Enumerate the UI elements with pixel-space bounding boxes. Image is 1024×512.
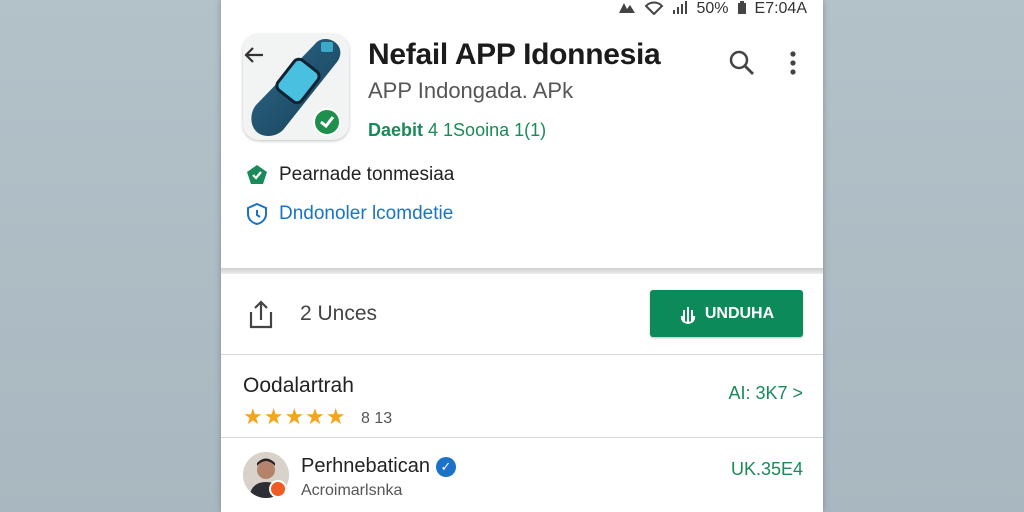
install-button-label: UNDUHA xyxy=(704,304,775,322)
background-left xyxy=(0,0,221,512)
app-subtitle: APP Indongada. APk xyxy=(368,78,574,103)
section-divider xyxy=(221,268,823,274)
info-line-link[interactable]: Dndonoler lcomdetie xyxy=(245,202,453,226)
install-count: 2 Unces xyxy=(300,302,378,325)
rating-title: Oodalartrah xyxy=(243,374,354,397)
status-bar: 50% E7:04A xyxy=(618,0,807,18)
developer-info[interactable]: Daebit 4 1Sooina 1(1) xyxy=(368,120,546,141)
app-store-page: 50% E7:04A Nefail APP Idonnesia APP Indo… xyxy=(221,0,823,512)
app-title: Nefail APP Idonnesia xyxy=(368,38,661,71)
share-icon xyxy=(249,300,273,329)
reviewer-link[interactable]: UK.35E4 xyxy=(731,459,803,480)
battery-icon xyxy=(737,0,747,18)
search-icon xyxy=(729,50,754,75)
star-rating: ★★★★★ xyxy=(243,404,347,429)
background-right xyxy=(823,0,1024,512)
avatar-badge xyxy=(269,480,287,498)
info-line-link-text[interactable]: Dndonoler lcomdetie xyxy=(279,203,453,225)
reviewer-name-row: Perhnebatican ✓ xyxy=(301,455,456,478)
rating-count: 8 13 xyxy=(361,410,393,427)
more-vert-icon xyxy=(790,51,796,75)
row-divider xyxy=(221,437,823,438)
hand-icon xyxy=(680,306,695,324)
row-divider xyxy=(221,354,823,355)
clock-shield-icon xyxy=(247,202,267,226)
star-badge-icon xyxy=(247,165,267,184)
info-line-feature: Pearnade tonmesiaa xyxy=(245,163,454,187)
rating-link[interactable]: AI: 3K7 > xyxy=(728,383,803,404)
signal-icon xyxy=(618,1,636,18)
info-line-feature-text: Pearnade tonmesiaa xyxy=(279,164,455,185)
share-button[interactable] xyxy=(247,298,275,330)
back-arrow-icon[interactable] xyxy=(243,44,265,73)
battery-percent: 50% xyxy=(696,0,729,17)
verified-check-icon: ✓ xyxy=(435,456,456,477)
reviewer-subtitle: Acroimarlsnka xyxy=(301,482,403,499)
search-button[interactable] xyxy=(727,48,757,78)
install-button[interactable]: UNDUHA xyxy=(650,290,803,337)
clock: E7:04A xyxy=(754,0,807,17)
wifi-icon xyxy=(644,1,664,18)
cell-bars-icon xyxy=(672,0,688,18)
reviewer-name: Perhnebatican xyxy=(301,455,430,477)
developer-rating: 4 1Sooina 1(1) xyxy=(428,120,547,140)
more-options-button[interactable] xyxy=(783,48,803,78)
developer-name[interactable]: Daebit xyxy=(368,120,423,140)
